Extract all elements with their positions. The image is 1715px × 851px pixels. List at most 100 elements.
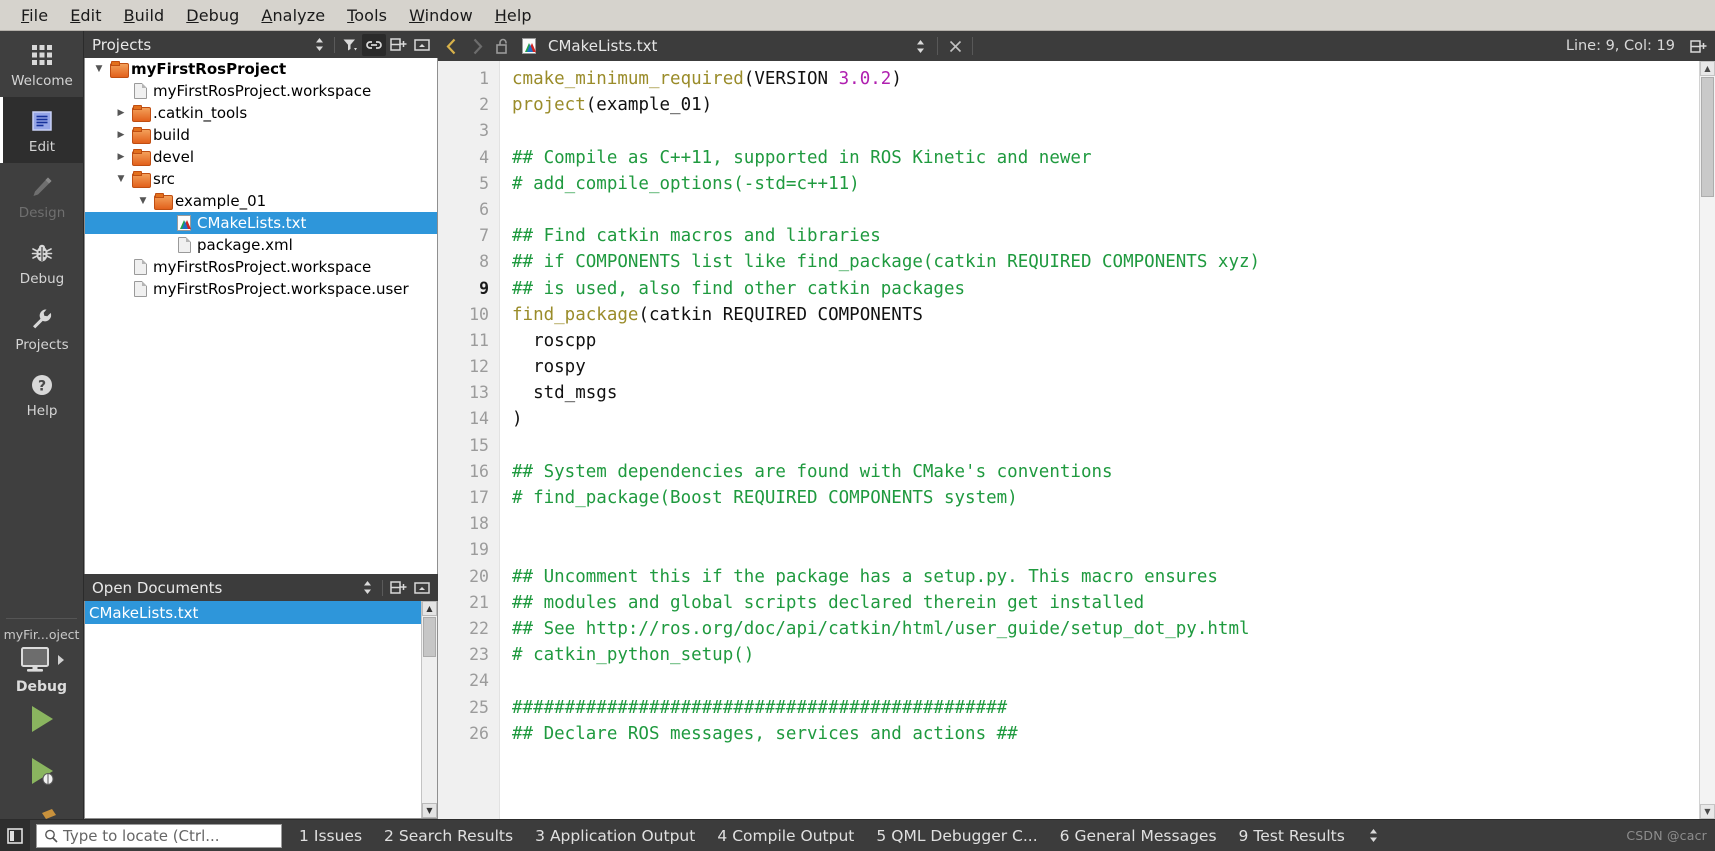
menu-debug[interactable]: Debug xyxy=(175,3,250,28)
chevron-left-icon[interactable] xyxy=(438,33,464,59)
menu-file[interactable]: File xyxy=(10,3,59,28)
code-line[interactable]: std_msgs xyxy=(512,380,1715,406)
code-line[interactable]: roscpp xyxy=(512,328,1715,354)
scroll-down-icon[interactable]: ▼ xyxy=(422,803,437,818)
mode-welcome[interactable]: Welcome xyxy=(0,31,84,97)
tree-item[interactable]: ▼ src xyxy=(85,168,437,190)
tree-item[interactable]: ▼ example_01 xyxy=(85,190,437,212)
chain-link-icon[interactable] xyxy=(362,33,386,56)
tree-item[interactable]: ▼ myFirstRosProject xyxy=(85,58,437,80)
code-line[interactable]: ## System dependencies are found with CM… xyxy=(512,459,1715,485)
debug-button[interactable] xyxy=(0,747,84,799)
mode-help[interactable]: ? Help xyxy=(0,361,84,427)
code-line[interactable]: ## See http://ros.org/doc/api/catkin/htm… xyxy=(512,616,1715,642)
chevron-down-icon[interactable]: ▼ xyxy=(135,196,151,206)
code-token: ## Find catkin macros and libraries xyxy=(512,226,881,247)
output-pane-search-results[interactable]: 2 Search Results xyxy=(373,827,524,845)
split-plus-icon[interactable] xyxy=(386,577,410,599)
menu-window[interactable]: Window xyxy=(398,3,484,28)
project-tree[interactable]: ▼ myFirstRosProject myFirstRosProject.work… xyxy=(84,58,438,574)
updown-chevrons-icon[interactable] xyxy=(355,577,379,599)
chevron-right-icon[interactable]: ▶ xyxy=(113,108,129,118)
chevron-down-icon[interactable]: ▼ xyxy=(113,174,129,184)
code-line[interactable] xyxy=(512,118,1715,144)
code-line[interactable]: ## is used, also find other catkin packa… xyxy=(512,276,1715,302)
code-editor[interactable]: 1 2 3 4 5 6 7 8 9 10 11 12 13 14 15 16 17 18 19 20 21 22 23 24 2… xyxy=(438,61,1715,819)
output-pane-general-messages[interactable]: 6 General Messages xyxy=(1049,827,1228,845)
filter-funnel-icon[interactable] xyxy=(338,34,362,56)
close-x-icon[interactable] xyxy=(942,33,968,59)
scroll-up-icon[interactable]: ▲ xyxy=(1700,61,1715,76)
menu-analyze[interactable]: Analyze xyxy=(250,3,336,28)
open-document-item[interactable]: CMakeLists.txt xyxy=(85,601,437,624)
code-line[interactable]: ########################################… xyxy=(512,695,1715,721)
menu-tools[interactable]: Tools xyxy=(336,3,398,28)
tree-item[interactable]: package.xml xyxy=(85,234,437,256)
code-line[interactable]: rospy xyxy=(512,354,1715,380)
code-line[interactable]: ## Find catkin macros and libraries xyxy=(512,223,1715,249)
open-padlock-icon[interactable] xyxy=(490,33,516,59)
output-pane-qml-debugger-c[interactable]: 5 QML Debugger C... xyxy=(865,827,1048,845)
chevron-down-icon[interactable]: ▼ xyxy=(91,64,107,74)
tree-item[interactable]: CMakeLists.txt xyxy=(85,212,437,234)
code-line[interactable] xyxy=(512,537,1715,563)
updown-chevrons-icon[interactable] xyxy=(307,34,331,56)
toolbar-divider xyxy=(972,37,974,55)
mode-edit[interactable]: Edit xyxy=(0,97,84,163)
chevron-right-icon[interactable] xyxy=(464,33,490,59)
document-lines-icon xyxy=(29,106,55,136)
editor-vertical-scrollbar[interactable]: ▲ ▼ xyxy=(1699,61,1715,819)
menu-build[interactable]: Build xyxy=(113,3,176,28)
split-plus-icon[interactable] xyxy=(386,34,410,56)
scroll-up-icon[interactable]: ▲ xyxy=(422,601,437,616)
menu-help[interactable]: Help xyxy=(484,3,543,28)
kit-selector[interactable]: myFir...oject Debug xyxy=(0,619,83,695)
code-line[interactable]: ## if COMPONENTS list like find_package(… xyxy=(512,249,1715,275)
code-line[interactable]: cmake_minimum_required(VERSION 3.0.2) xyxy=(512,66,1715,92)
output-pane-issues[interactable]: 1 Issues xyxy=(288,827,373,845)
tree-item[interactable]: myFirstRosProject.workspace xyxy=(85,80,437,102)
output-pane-compile-output[interactable]: 4 Compile Output xyxy=(706,827,865,845)
minimize-box-icon[interactable] xyxy=(410,577,434,599)
code-line[interactable]: # add_compile_options(-std=c++11) xyxy=(512,171,1715,197)
code-line[interactable]: ## Declare ROS messages, services and ac… xyxy=(512,721,1715,747)
scrollbar-thumb[interactable] xyxy=(423,617,436,657)
code-line[interactable]: # catkin_python_setup() xyxy=(512,642,1715,668)
code-line[interactable]: project(example_01) xyxy=(512,92,1715,118)
code-line[interactable]: ) xyxy=(512,406,1715,432)
mode-projects[interactable]: Projects xyxy=(0,295,84,361)
minimize-box-icon[interactable] xyxy=(410,34,434,56)
tree-item[interactable]: myFirstRosProject.workspace.user xyxy=(85,278,437,300)
tree-item[interactable]: ▶ build xyxy=(85,124,437,146)
code-line[interactable]: find_package(catkin REQUIRED COMPONENTS xyxy=(512,302,1715,328)
tree-item[interactable]: ▶ devel xyxy=(85,146,437,168)
output-pane-selector-icon[interactable] xyxy=(1362,825,1386,847)
code-line[interactable]: ## Compile as C++11, supported in ROS Ki… xyxy=(512,145,1715,171)
code-line[interactable]: ## modules and global scripts declared t… xyxy=(512,590,1715,616)
mode-debug[interactable]: Debug xyxy=(0,229,84,295)
output-pane-application-output[interactable]: 3 Application Output xyxy=(524,827,706,845)
code-line[interactable]: # find_package(Boost REQUIRED COMPONENTS… xyxy=(512,485,1715,511)
scrollbar-thumb[interactable] xyxy=(1701,77,1714,197)
output-pane-test-results[interactable]: 9 Test Results xyxy=(1228,827,1356,845)
tree-item[interactable]: myFirstRosProject.workspace xyxy=(85,256,437,278)
chevron-right-icon[interactable]: ▶ xyxy=(113,152,129,162)
split-plus-icon[interactable] xyxy=(1685,33,1711,59)
locator-input[interactable]: Type to locate (Ctrl... xyxy=(36,823,282,848)
run-button[interactable] xyxy=(0,695,84,747)
open-documents-list[interactable]: CMakeLists.txt ▲ ▼ xyxy=(84,601,438,819)
code-line[interactable] xyxy=(512,197,1715,223)
scroll-down-icon[interactable]: ▼ xyxy=(1700,804,1715,819)
code-line[interactable] xyxy=(512,668,1715,694)
open-documents-scrollbar[interactable]: ▲ ▼ xyxy=(421,601,437,818)
tree-item[interactable]: ▶ .catkin_tools xyxy=(85,102,437,124)
document-selector-icon[interactable] xyxy=(907,33,933,59)
code-content[interactable]: cmake_minimum_required(VERSION 3.0.2) pro… xyxy=(500,61,1715,819)
menu-edit[interactable]: Edit xyxy=(59,3,112,28)
chevron-right-icon[interactable]: ▶ xyxy=(113,130,129,140)
code-line[interactable]: ## Uncomment this if the package has a s… xyxy=(512,564,1715,590)
code-line[interactable] xyxy=(512,433,1715,459)
sidebar-toggle-icon[interactable] xyxy=(0,819,30,851)
code-line[interactable] xyxy=(512,511,1715,537)
grid-icon xyxy=(29,40,55,70)
